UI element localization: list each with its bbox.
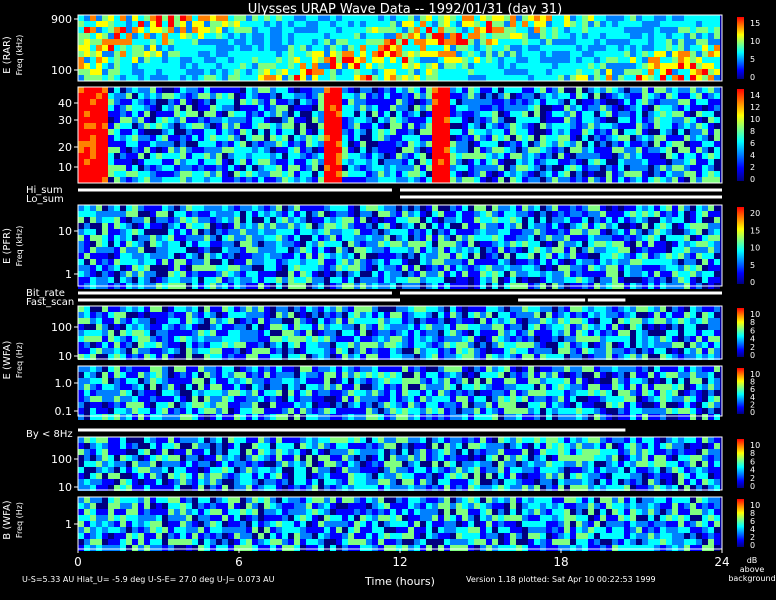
ytick-label: 100: [51, 321, 72, 334]
flag-segment: [400, 195, 722, 199]
flag-label-by-lt-8hz: By < 8Hz: [26, 429, 73, 440]
colorbar-tick-label: 15: [750, 226, 760, 235]
colorbar-tick-label: 14: [750, 91, 760, 100]
flag-segment: [78, 428, 626, 432]
flag-row-hi-sum: Hi_sum: [26, 185, 722, 196]
panel-wfa-b-high: 1: [65, 496, 723, 551]
ytick-label: 1: [65, 268, 72, 281]
flag-segment: [78, 298, 400, 302]
colorbar-tick-label: 0: [750, 408, 755, 417]
ytick-label: 1.0: [55, 377, 73, 390]
flag-label-fast-scan: Fast_scan: [26, 297, 74, 308]
axis-label-freq-wfa-e: Freq (Hz): [15, 342, 24, 378]
colorbar-tick-label: 15: [750, 19, 760, 28]
xtick-label: 24: [714, 555, 729, 569]
ytick-label: 1: [65, 518, 72, 531]
colorbar-tick-label: 10: [750, 244, 760, 253]
ytick-label: 100: [51, 453, 72, 466]
panel-rar-high: 40 30 20 10: [58, 86, 723, 184]
ytick-label: 10: [58, 225, 72, 238]
colorbar-tick-label: 0: [750, 175, 755, 184]
colorbar-tick-label: 10: [750, 115, 760, 124]
flag-label-lo-sum: Lo_sum: [26, 194, 64, 205]
flag-segment: [78, 291, 392, 295]
colorbar-units-line2: above: [740, 565, 765, 574]
ytick-label: 10: [58, 161, 72, 174]
panel-rar-low: 900 100: [51, 13, 723, 82]
axis-label-wfa-b: B (WFA): [2, 500, 13, 540]
colorbar-tick-label: 5: [750, 55, 755, 64]
colorbar-tick-label: 4: [750, 151, 755, 160]
colorbar-wfa-e-low: [737, 308, 744, 357]
x-axis-title: Time (hours): [364, 575, 435, 588]
urap-wave-figure: Ulysses URAP Wave Data -- 1992/01/31 (da…: [2, 2, 776, 588]
colorbar-wfa-b-low: [737, 439, 744, 488]
colorbar-rar-low: [737, 17, 744, 79]
colorbar-tick-label: 0: [750, 482, 755, 491]
flag-segment: [400, 291, 722, 295]
ytick-label: 0.1: [55, 405, 73, 418]
colorbar-tick-label: 2: [750, 163, 755, 172]
xtick-label: 6: [235, 555, 243, 569]
ytick-label: 30: [58, 114, 72, 127]
panel-wfa-e-low: 100 10: [51, 305, 723, 363]
axis-label-pfr: E (PFR): [2, 228, 13, 264]
colorbar-tick-label: 12: [750, 103, 760, 112]
panel-wfa-b-low: 100 10: [51, 436, 723, 494]
axis-label-freq-rar: Freq (kHz): [15, 35, 24, 76]
axis-label-freq-wfa-b: Freq (Hz): [15, 502, 24, 538]
flag-row-bit-rate: Bit_rate: [26, 288, 722, 299]
ytick-label: 40: [58, 97, 72, 110]
ytick-label: 10: [58, 350, 72, 363]
colorbar-tick-label: 5: [750, 261, 755, 270]
colorbar-tick-label: 6: [750, 139, 755, 148]
colorbar-units-line3: background: [728, 574, 775, 583]
flag-segment: [400, 188, 722, 192]
ytick-label: 900: [51, 13, 72, 26]
xtick-label: 0: [74, 555, 82, 569]
colorbar-tick-label: 20: [750, 209, 760, 218]
panel-pfr: 10 1: [58, 204, 723, 289]
xtick-label: 18: [553, 555, 568, 569]
flag-segment: [518, 298, 586, 302]
axis-label-freq-pfr: Freq (kHz): [15, 226, 24, 267]
ytick-label: 100: [51, 64, 72, 77]
footer-version: Version 1.18 plotted: Sat Apr 10 00:22:5…: [466, 575, 656, 584]
panel-wfa-e-high: 1.0 0.1: [55, 365, 723, 420]
colorbar-tick-label: 10: [750, 37, 760, 46]
colorbar-tick-label: 0: [750, 73, 755, 82]
colorbar-pfr: [737, 207, 744, 284]
flag-segment: [78, 188, 392, 192]
colorbar-tick-label: 0: [750, 278, 755, 287]
axis-label-wfa-e: E (WFA): [2, 340, 13, 379]
ytick-label: 20: [58, 141, 72, 154]
colorbar-rar-high: [737, 89, 744, 181]
xtick-label: 12: [392, 555, 407, 569]
colorbar-tick-label: 8: [750, 127, 755, 136]
flag-row-lo-sum: Lo_sum: [26, 194, 722, 205]
colorbar-wfa-e-high: [737, 368, 744, 414]
colorbar-tick-label: 0: [750, 541, 755, 550]
colorbar-units-line1: dB: [747, 556, 758, 565]
colorbar-wfa-b-high: [737, 499, 744, 547]
flag-segment: [587, 298, 626, 302]
footer-orbit-info: U-S=5.33 AU Hlat_U= -5.9 deg U-S-E= 27.0…: [22, 575, 275, 584]
ytick-label: 10: [58, 481, 72, 494]
colorbar-tick-label: 0: [750, 351, 755, 360]
axis-label-rar: E (RAR): [2, 36, 13, 74]
